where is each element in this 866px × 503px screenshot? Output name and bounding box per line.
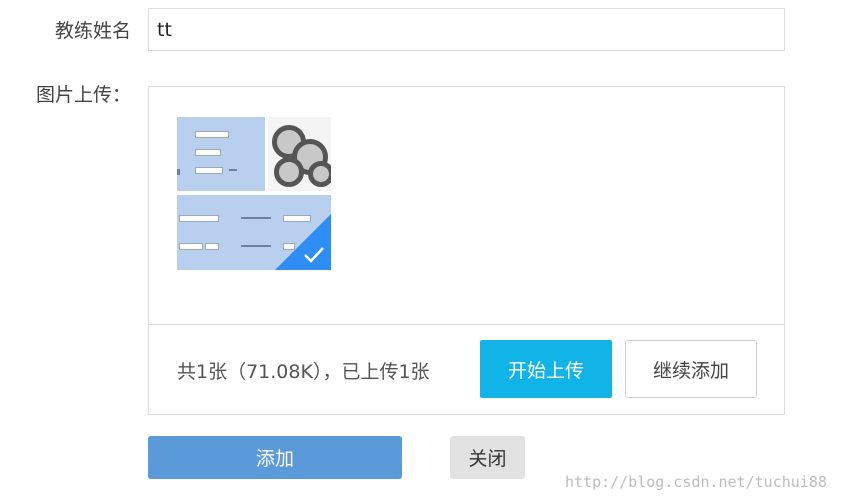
upload-panel: 共1张（71.08K），已上传1张 开始上传 继续添加 (148, 86, 785, 415)
upload-status-text: 共1张（71.08K），已上传1张 (177, 361, 430, 383)
checkmark-icon (304, 247, 324, 263)
coach-name-input[interactable] (148, 8, 785, 51)
close-button[interactable]: 关闭 (450, 436, 525, 479)
start-upload-button[interactable]: 开始上传 (480, 340, 612, 398)
watermark-text: http://blog.csdn.net/tuchui88 (565, 473, 827, 491)
add-button[interactable]: 添加 (148, 436, 402, 479)
coach-name-label: 教练姓名 (55, 20, 132, 42)
uploaded-image-thumbnail[interactable] (177, 117, 331, 270)
upload-divider (149, 324, 784, 325)
thumbnail-form-region (177, 117, 265, 191)
image-upload-label: 图片上传： (36, 84, 132, 106)
continue-add-button[interactable]: 继续添加 (625, 340, 757, 398)
thumbnail-parts-photo (268, 117, 331, 191)
